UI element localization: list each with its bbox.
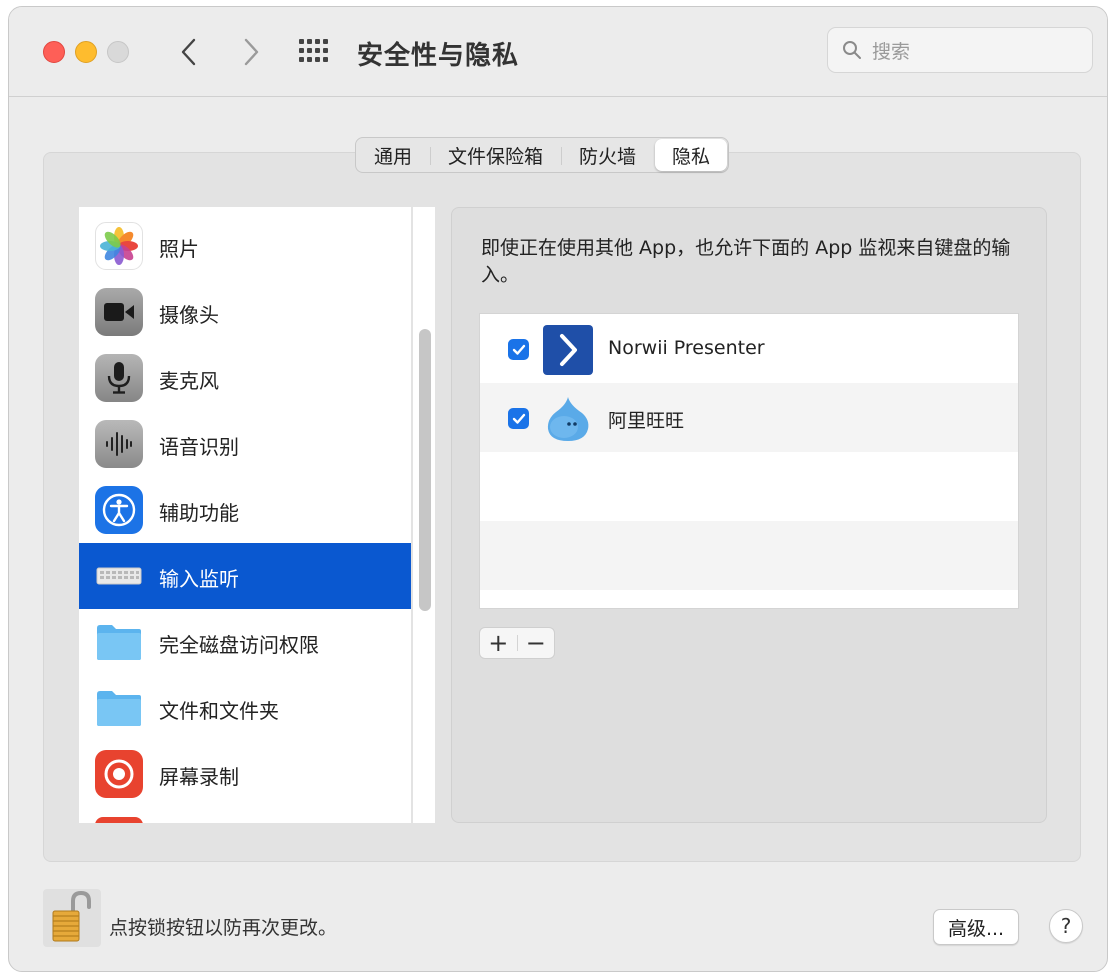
sidebar-item-label: 输入监听	[159, 567, 239, 591]
window-title: 安全性与隐私	[357, 41, 520, 71]
folder-icon	[95, 684, 143, 732]
permission-description: 即使正在使用其他 App，也允许下面的 App 监视来自键盘的输入。	[481, 237, 1011, 286]
tab-firewall[interactable]: 防火墙	[561, 138, 654, 172]
chevron-right-icon	[244, 38, 259, 66]
chevron-left-icon	[181, 38, 196, 66]
preferences-window: 安全性与隐私 搜索 通用 文件保险箱 防火墙 隐私 照片 摄像头 麦克风 语音识…	[8, 6, 1108, 972]
tab-bar: 通用 文件保险箱 防火墙 隐私	[355, 137, 730, 173]
title-bar: 安全性与隐私 搜索	[9, 7, 1107, 97]
norwii-icon	[542, 324, 594, 376]
privacy-category-list: 照片 摄像头 麦克风 语音识别 辅助功能 输入监听 完全磁盘访问权限 文件和文件…	[79, 207, 411, 823]
sidebar-item-label: 麦克风	[159, 369, 219, 393]
checkmark-icon	[512, 413, 525, 424]
sidebar-item-label: 屏幕录制	[159, 765, 239, 789]
unlocked-padlock-icon	[43, 889, 101, 947]
search-icon	[843, 41, 861, 59]
keyboard-icon	[95, 552, 143, 600]
checkmark-icon	[512, 344, 525, 355]
camera-icon	[95, 288, 143, 336]
tab-general[interactable]: 通用	[356, 138, 430, 172]
aliwangwang-icon	[542, 393, 594, 445]
sidebar-item-photos[interactable]: 照片	[79, 213, 411, 279]
app-row-norwii[interactable]: Norwii Presenter	[480, 314, 1018, 383]
sidebar-item-label: 照片	[159, 237, 199, 261]
app-checkbox[interactable]	[508, 408, 529, 429]
app-list: Norwii Presenter 阿里旺旺	[479, 313, 1019, 609]
tab-privacy[interactable]: 隐私	[655, 139, 728, 171]
search-placeholder: 搜索	[872, 40, 911, 63]
sidebar-item-microphone[interactable]: 麦克风	[79, 345, 411, 411]
microphone-icon	[95, 354, 143, 402]
lock-button[interactable]	[43, 889, 101, 947]
sidebar-scrollbar[interactable]	[419, 329, 431, 611]
add-app-button[interactable]: +	[480, 628, 517, 658]
app-name: Norwii Presenter	[608, 337, 765, 359]
accessibility-icon	[95, 486, 143, 534]
remove-app-button[interactable]: −	[518, 628, 555, 658]
empty-row	[480, 521, 1018, 590]
help-button[interactable]: ?	[1049, 909, 1083, 943]
tab-filevault[interactable]: 文件保险箱	[430, 138, 561, 172]
sidebar-item-accessibility[interactable]: 辅助功能	[79, 477, 411, 543]
speech-recognition-icon	[95, 420, 143, 468]
sidebar-item-full-disk-access[interactable]: 完全磁盘访问权限	[79, 609, 411, 675]
sidebar-item-screen-recording[interactable]: 屏幕录制	[79, 741, 411, 807]
app-row-aliwangwang[interactable]: 阿里旺旺	[480, 383, 1018, 452]
app-checkbox[interactable]	[508, 339, 529, 360]
forward-button[interactable]	[231, 29, 271, 75]
show-all-grid-icon[interactable]	[299, 39, 329, 63]
back-button[interactable]	[169, 29, 209, 75]
add-remove-control: + −	[479, 627, 555, 659]
photos-icon	[95, 222, 143, 270]
next-item-partial-icon	[95, 817, 143, 823]
lock-hint: 点按锁按钮以防再次更改。	[109, 917, 338, 939]
sidebar-item-camera[interactable]: 摄像头	[79, 279, 411, 345]
sidebar-item-files-and-folders[interactable]: 文件和文件夹	[79, 675, 411, 741]
sidebar-item-label: 文件和文件夹	[159, 699, 279, 723]
advanced-button[interactable]: 高级...	[933, 909, 1019, 945]
search-field[interactable]: 搜索	[827, 27, 1093, 73]
sidebar-item-input-monitoring[interactable]: 输入监听	[79, 543, 411, 609]
screen-recording-icon	[95, 750, 143, 798]
sidebar-item-label: 辅助功能	[159, 501, 239, 525]
zoom-window-button[interactable]	[107, 41, 129, 63]
folder-icon	[95, 618, 143, 666]
close-window-button[interactable]	[43, 41, 65, 63]
sidebar-item-label: 完全磁盘访问权限	[159, 633, 319, 657]
sidebar-item-speech-recognition[interactable]: 语音识别	[79, 411, 411, 477]
sidebar-item-label: 摄像头	[159, 303, 219, 327]
sidebar-item-label: 语音识别	[159, 435, 239, 459]
empty-row	[480, 452, 1018, 521]
app-name: 阿里旺旺	[608, 410, 685, 432]
minimize-window-button[interactable]	[75, 41, 97, 63]
